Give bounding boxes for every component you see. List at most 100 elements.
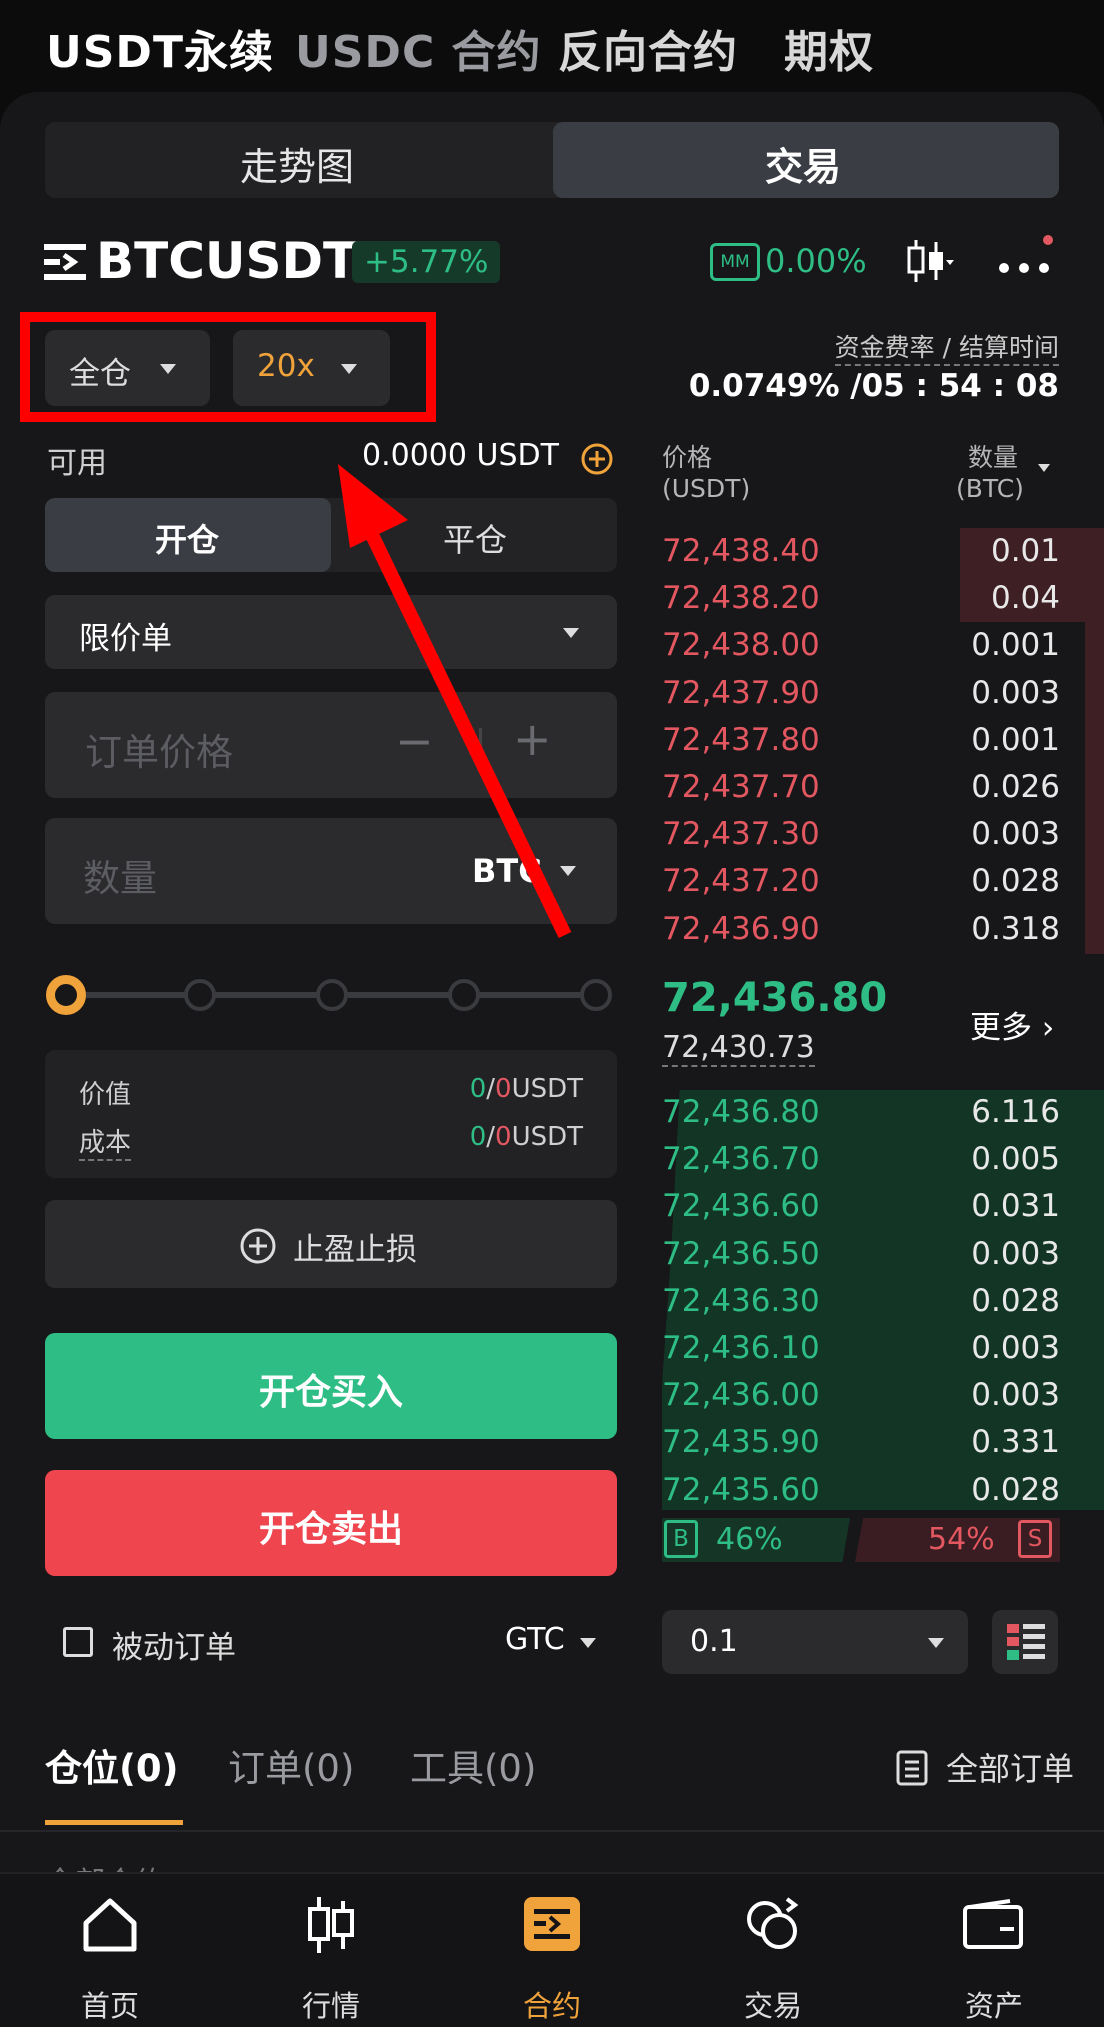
bid-row[interactable]: 72,436.50 0.003 [662, 1230, 1060, 1277]
nav-markets-label: 行情 [301, 1989, 360, 2023]
tab-trade[interactable]: 交易 [765, 136, 841, 191]
funding-label[interactable]: 资金费率 / 结算时间 [834, 328, 1059, 366]
ob-quantity: 0.003 [971, 1235, 1060, 1272]
tab-options[interactable]: 期权 [784, 16, 874, 80]
passive-checkbox[interactable] [63, 1627, 93, 1657]
open-buy-label: 开仓买入 [258, 1372, 403, 1413]
ob-price: 72,437.70 [662, 769, 820, 805]
slider-step-25[interactable] [184, 979, 216, 1011]
cost-slash: / [486, 1122, 496, 1152]
quantity-placeholder: 数量 [83, 857, 157, 900]
ob-price: 72,435.90 [662, 1424, 820, 1461]
bid-row[interactable]: 72,435.60 0.028 [662, 1466, 1060, 1513]
depth-step-select[interactable]: 0.1 [662, 1610, 968, 1674]
ask-row[interactable]: 72,438.20 0.04 [662, 574, 1060, 621]
bid-row[interactable]: 72,436.30 0.028 [662, 1277, 1060, 1324]
ob-quantity: 0.001 [971, 627, 1060, 664]
value-slash: / [486, 1074, 496, 1104]
funding-value: 0.0749% /05 : 54 : 08 [688, 368, 1059, 404]
tab-usdt-perpetual[interactable]: USDT永续 [46, 16, 274, 80]
tab-orders[interactable]: 订单(0) [228, 1738, 354, 1792]
cost-amount: 0/0USDT [470, 1122, 583, 1152]
annotation-highlight-box [20, 312, 436, 422]
ask-row[interactable]: 72,437.30 0.003 [662, 810, 1060, 857]
ob-quantity: 0.003 [971, 1330, 1060, 1366]
nav-trade[interactable]: 交易 [703, 1895, 843, 2023]
ob-qty-header[interactable]: 数量 [968, 438, 1018, 474]
nav-home[interactable]: 首页 [40, 1895, 180, 2023]
ob-price-header: 价格 [662, 443, 713, 472]
slider-step-50[interactable] [316, 979, 348, 1011]
tab-positions[interactable]: 仓位(0) [45, 1738, 179, 1792]
ask-row[interactable]: 72,438.00 0.001 [662, 621, 1060, 668]
ask-row[interactable]: 72,437.80 0.001 [662, 716, 1060, 763]
candlestick-icon[interactable] [906, 238, 956, 284]
ob-quantity: 0.028 [971, 1471, 1060, 1508]
ask-row[interactable]: 72,436.90 0.318 [662, 905, 1060, 952]
ask-depth-bar [1085, 622, 1104, 954]
last-price[interactable]: 72,436.80 [662, 975, 887, 1021]
orderbook-layout-button[interactable] [992, 1610, 1058, 1674]
open-buy-button[interactable]: 开仓买入 [45, 1333, 617, 1439]
all-contracts-peek: 全部合约 [45, 1858, 165, 1872]
more-dots-icon[interactable] [998, 232, 1054, 278]
nav-markets[interactable]: 行情 [261, 1895, 401, 2023]
buy-ratio: 46% [716, 1522, 783, 1557]
tab-open[interactable]: 开仓 [155, 515, 219, 561]
ob-price: 72,436.80 [662, 1094, 820, 1130]
slider-step-100[interactable] [580, 979, 612, 1011]
nav-contracts[interactable]: 合约 [482, 1895, 622, 2023]
tab-tools[interactable]: 工具(0) [410, 1738, 536, 1792]
slider-handle[interactable] [46, 975, 86, 1015]
bid-row[interactable]: 72,435.90 0.331 [662, 1418, 1060, 1465]
bid-row[interactable]: 72,436.10 0.003 [662, 1324, 1060, 1371]
ob-quantity: 0.003 [971, 1377, 1060, 1414]
home-icon [83, 1898, 137, 1952]
trade-exchange-icon [747, 1897, 799, 1949]
open-sell-button[interactable]: 开仓卖出 [45, 1470, 617, 1576]
slider-step-75[interactable] [448, 979, 480, 1011]
active-tab-underline [45, 1820, 183, 1825]
tif-select[interactable]: GTC [505, 1622, 565, 1657]
mark-price[interactable]: 72,430.73 [662, 1030, 815, 1067]
menu-list-icon[interactable] [44, 244, 86, 280]
tab-usdc-contract[interactable]: USDC 合约 [295, 16, 542, 80]
open-sell-label: 开仓卖出 [258, 1509, 403, 1550]
nav-assets[interactable]: 资产 [924, 1895, 1064, 2023]
ob-quantity: 0.028 [971, 1282, 1060, 1319]
bid-row[interactable]: 72,436.80 6.116 [662, 1088, 1060, 1135]
ob-qty-unit: (BTC) [956, 474, 1024, 503]
ob-price: 72,437.30 [662, 816, 820, 853]
add-funds-icon[interactable] [580, 442, 614, 476]
ask-row[interactable]: 72,437.70 0.026 [662, 763, 1060, 810]
bid-row[interactable]: 72,436.00 0.003 [662, 1371, 1060, 1418]
tab-chart[interactable]: 走势图 [240, 136, 354, 191]
value-unit: USDT [511, 1074, 583, 1104]
ob-quantity: 0.005 [971, 1141, 1060, 1178]
symbol-name[interactable]: BTCUSDT [96, 232, 357, 290]
ask-row[interactable]: 72,437.20 0.028 [662, 857, 1060, 904]
cost-sell: 0 [495, 1122, 512, 1152]
ob-price: 72,437.90 [662, 674, 820, 711]
app-root: USDT永续 USDC 合约 反向合约 期权 走势图 交易 BTCUSDT +5… [0, 0, 1104, 2027]
all-orders-link[interactable]: 全部订单 [946, 1744, 1074, 1790]
tab-inverse-contract[interactable]: 反向合约 [558, 16, 738, 80]
more-link[interactable]: 更多 › [970, 1002, 1054, 1047]
bid-row[interactable]: 72,436.70 0.005 [662, 1135, 1060, 1182]
document-icon [896, 1750, 928, 1786]
ob-price: 72,436.10 [662, 1330, 820, 1366]
ask-row[interactable]: 72,437.90 0.003 [662, 669, 1060, 716]
cost-label[interactable]: 成本 [79, 1122, 132, 1161]
bid-row[interactable]: 72,436.60 0.031 [662, 1182, 1060, 1229]
ob-quantity: 0.028 [971, 863, 1060, 900]
mm-ratio: 0.00% [765, 242, 867, 280]
ob-quantity: 0.04 [990, 580, 1060, 617]
ask-row[interactable]: 72,438.40 0.01 [662, 527, 1060, 574]
ob-price: 72,438.20 [662, 580, 820, 617]
ob-price: 72,437.20 [662, 863, 820, 900]
tpsl-button[interactable]: 止盈止损 [45, 1200, 617, 1288]
view-switcher: 走势图 交易 [45, 122, 1059, 198]
chevron-down-icon[interactable] [1038, 464, 1050, 472]
depth-step-value: 0.1 [690, 1624, 738, 1659]
divider [0, 1830, 1104, 1832]
